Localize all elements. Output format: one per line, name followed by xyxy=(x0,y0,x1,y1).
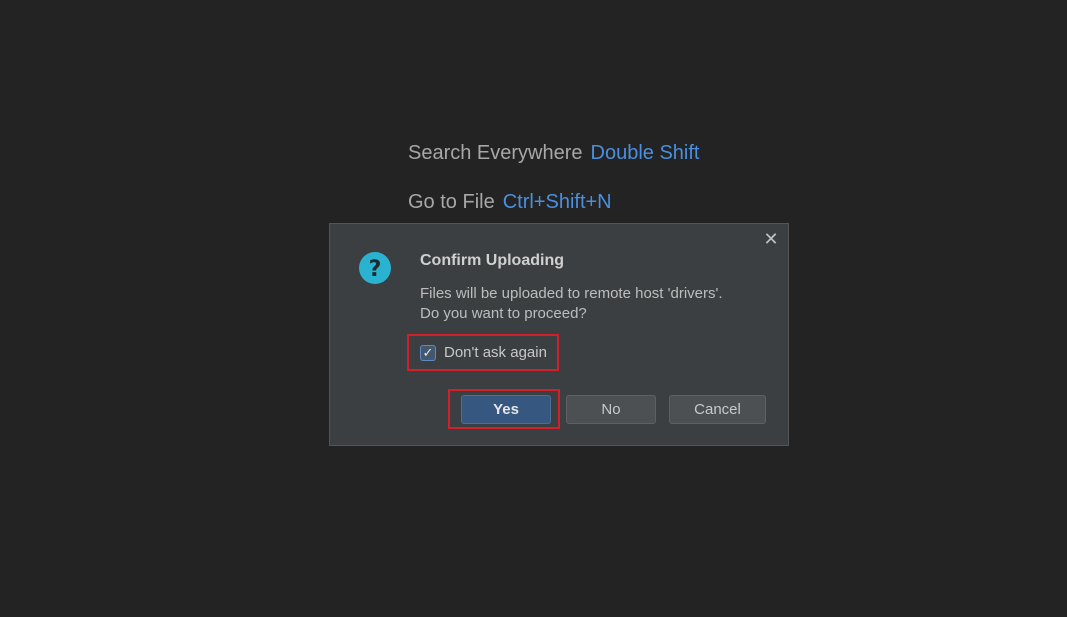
question-icon: ? xyxy=(359,252,391,284)
hint-search-shortcut: Double Shift xyxy=(590,142,700,164)
checkbox-label: Don't ask again xyxy=(444,344,547,361)
hint-go-to-file: Go to File Ctrl+Shift+N xyxy=(408,191,612,214)
dont-ask-again-checkbox[interactable]: ✓ Don't ask again xyxy=(407,334,559,371)
dialog-message: Files will be uploaded to remote host 'd… xyxy=(420,284,723,324)
hint-search-label: Search Everywhere xyxy=(408,142,583,164)
dialog-message-line2: Do you want to proceed? xyxy=(420,305,587,322)
dialog-message-line1: Files will be uploaded to remote host 'd… xyxy=(420,285,723,302)
confirm-uploading-dialog: ✕ ? Confirm Uploading Files will be uplo… xyxy=(329,223,789,446)
close-icon[interactable]: ✕ xyxy=(763,230,779,248)
dialog-title: Confirm Uploading xyxy=(420,252,564,269)
svg-text:?: ? xyxy=(369,257,382,282)
hint-search-everywhere: Search Everywhere Double Shift xyxy=(408,142,700,165)
hint-goto-label: Go to File xyxy=(408,191,495,213)
cancel-button[interactable]: Cancel xyxy=(669,395,766,424)
checkbox-checked-icon[interactable]: ✓ xyxy=(420,344,436,361)
hint-goto-shortcut: Ctrl+Shift+N xyxy=(502,191,612,213)
yes-button[interactable]: Yes xyxy=(461,395,551,424)
no-button[interactable]: No xyxy=(566,395,656,424)
